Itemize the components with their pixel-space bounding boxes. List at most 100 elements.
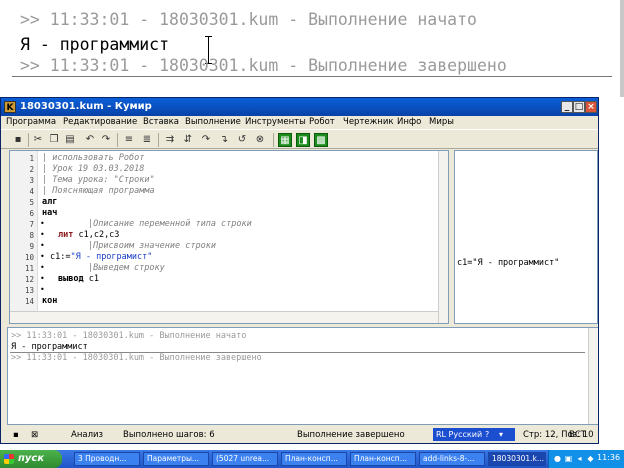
menu-robot[interactable]: Робот	[309, 117, 335, 127]
line-number: 1	[29, 154, 34, 163]
code-line[interactable]: кон	[42, 296, 57, 306]
paste-icon[interactable]: ▤	[63, 133, 77, 147]
zoom-scrollbar[interactable]	[620, 0, 624, 97]
console-line-end: >> 11:33:01 - 18030301.kum - Выполнение …	[11, 353, 262, 363]
line-number: 9	[29, 242, 34, 251]
shield-icon[interactable]: ◆	[586, 454, 595, 463]
indent-marker: •	[40, 285, 45, 294]
undo-icon[interactable]: ↶	[83, 133, 97, 147]
kumir-window: K 18030301.kum - Кумир _ □ × Программа Р…	[0, 97, 599, 444]
windows-taskbar: пуск 3 Проводн... Параметры... (5027 unr…	[0, 450, 624, 468]
keyword-lit: лит	[58, 230, 74, 240]
taskbar-item[interactable]: План-консп...	[350, 452, 416, 466]
minimize-button[interactable]: _	[561, 101, 573, 113]
title-bar[interactable]: K 18030301.kum - Кумир _ □ ×	[1, 98, 598, 116]
antivirus-icon[interactable]: ●	[553, 454, 562, 463]
output-console[interactable]: >> 11:33:01 - 18030301.kum - Выполнение …	[7, 327, 598, 425]
zoomed-output-panel: >> 11:33:01 - 18030301.kum - Выполнение …	[0, 0, 624, 97]
close-button[interactable]: ×	[585, 101, 597, 113]
console-line-start: >> 11:33:01 - 18030301.kum - Выполнение …	[11, 331, 247, 341]
indent-marker: •	[40, 219, 45, 228]
outdent-icon[interactable]: ≣	[140, 133, 154, 147]
language-label: RL Русский	[436, 430, 483, 439]
step-into-icon[interactable]: ↴	[217, 133, 231, 147]
status-insert-mode: ВСТ	[569, 430, 586, 440]
volume-icon[interactable]: ◂	[575, 454, 584, 463]
code-line[interactable]: | Тема урока: "Строки"	[42, 175, 155, 185]
toolbar-separator	[28, 133, 29, 147]
step-over-icon[interactable]: ↷	[199, 133, 213, 147]
zoom-output-line-result: Я - программист	[20, 35, 170, 54]
keyword-output: вывод	[58, 274, 84, 284]
status-close-icon[interactable]: ⊠	[31, 430, 38, 440]
code-line[interactable]: вывод c1	[58, 274, 99, 284]
line-number: 6	[29, 209, 34, 218]
editor-vertical-scrollbar[interactable]	[438, 151, 448, 323]
taskbar-item[interactable]: 3 Проводн...	[74, 452, 140, 466]
copy-icon[interactable]: ❐	[47, 133, 61, 147]
step-out-icon[interactable]: ↺	[235, 133, 249, 147]
robot-world-icon[interactable]: ▦	[278, 133, 292, 147]
code-editor[interactable]: 1 2 3 4 5 6 7 8 9 10 11 12 13 14 | испол…	[9, 150, 449, 324]
code-line[interactable]: | Урок 19 03.03.2018	[42, 164, 144, 174]
zoom-output-line-end: >> 11:33:01 - 18030301.kum - Выполнение …	[20, 56, 507, 75]
line-number: 5	[29, 198, 34, 207]
menu-drawer[interactable]: Чертежник	[343, 117, 394, 127]
margin-value-line: c1="Я - программист"	[457, 258, 560, 268]
code-text: c1:=	[50, 252, 71, 262]
menu-run[interactable]: Выполнение	[185, 117, 241, 127]
language-indicator[interactable]: RL Русский ? ▾	[433, 428, 515, 441]
taskbar-item[interactable]: План-консп...	[281, 452, 347, 466]
save-icon[interactable]: ▪	[11, 133, 25, 147]
indent-icon[interactable]: ≡	[122, 133, 136, 147]
toolbar-separator	[158, 133, 159, 147]
menu-worlds[interactable]: Миры	[429, 117, 454, 127]
menu-info[interactable]: Инфо	[397, 117, 421, 127]
code-line[interactable]: c1:="Я - програмист"	[50, 252, 152, 262]
string-literal: "Я - програмист"	[70, 252, 153, 262]
menu-bar: Программа Редактирование Вставка Выполне…	[1, 116, 598, 128]
drawer-world-icon[interactable]: ◨	[296, 133, 310, 147]
taskbar-clock[interactable]: 11:36	[597, 453, 620, 462]
menu-insert[interactable]: Вставка	[143, 117, 179, 127]
code-line[interactable]: |Выведем строку	[88, 263, 165, 273]
zoom-output-line-start: >> 11:33:01 - 18030301.kum - Выполнение …	[20, 10, 477, 29]
run-icon[interactable]: ⇉	[163, 133, 177, 147]
taskbar-item-active[interactable]: 18030301.k...	[488, 452, 546, 466]
code-line[interactable]: лит c1,c2,c3	[58, 230, 119, 240]
redo-icon[interactable]: ↷	[99, 133, 113, 147]
maximize-button[interactable]: □	[573, 101, 585, 113]
line-number-gutter: 1 2 3 4 5 6 7 8 9 10 11 12 13 14	[10, 151, 38, 311]
code-line[interactable]: | использовать Робот	[42, 153, 144, 163]
menu-program[interactable]: Программа	[6, 117, 56, 127]
line-number: 7	[29, 220, 34, 229]
network-icon[interactable]: ▣	[564, 454, 573, 463]
line-number: 3	[29, 176, 34, 185]
toolbar-separator	[117, 133, 118, 147]
indent-marker: •	[40, 241, 45, 250]
kumir-app-icon[interactable]: K	[4, 101, 16, 113]
start-label: пуск	[18, 453, 45, 464]
editor-horizontal-scrollbar[interactable]	[10, 311, 438, 323]
code-line[interactable]: | Поясняющая программа	[42, 186, 155, 196]
chevron-down-icon[interactable]: ▾	[499, 428, 503, 441]
start-button[interactable]: пуск	[0, 450, 62, 468]
menu-edit[interactable]: Редактирование	[63, 117, 137, 127]
code-line[interactable]: |Присвоим значение строки	[88, 241, 216, 251]
console-vertical-scrollbar[interactable]	[588, 328, 598, 424]
code-line[interactable]: алг	[42, 197, 57, 207]
console-line-result: Я - программист	[11, 342, 88, 352]
menu-tools[interactable]: Инструменты	[245, 117, 306, 127]
step-icon[interactable]: ⇵	[181, 133, 195, 147]
cut-icon[interactable]: ✂	[31, 133, 45, 147]
status-save-icon[interactable]: ▪	[13, 430, 19, 440]
stop-icon[interactable]: ⊗	[253, 133, 267, 147]
code-line[interactable]: |Описание переменной типа строки	[88, 219, 252, 229]
line-number: 4	[29, 187, 34, 196]
taskbar-item[interactable]: add-links-8-...	[419, 452, 485, 466]
taskbar-item[interactable]: (5027 unrea...	[212, 452, 278, 466]
help-icon[interactable]: ?	[485, 428, 489, 441]
code-line[interactable]: нач	[42, 208, 57, 218]
taskbar-item[interactable]: Параметры...	[143, 452, 209, 466]
grid-world-icon[interactable]: ▩	[314, 133, 328, 147]
